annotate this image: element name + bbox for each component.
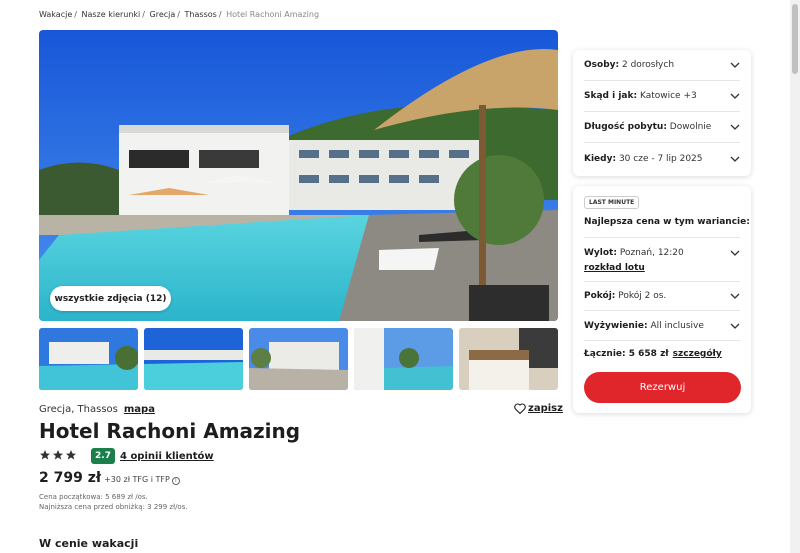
board-selector[interactable]: Wyżywienie: All inclusive (584, 311, 740, 341)
rating-badge: 2.7 (91, 448, 115, 464)
price-extra-fees: +30 zł TFG i TFP (104, 475, 170, 484)
chevron-down-icon (730, 293, 740, 299)
last-minute-badge: LAST MINUTE (584, 196, 640, 209)
hotel-stars (39, 449, 77, 461)
hotel-pool-photo (39, 30, 558, 321)
map-link[interactable]: mapa (124, 404, 155, 415)
initial-price-note: Cena początkowa: 5 689 zł /os. (39, 493, 148, 501)
heart-icon (514, 403, 526, 414)
total-price-value: Łącznie: 5 658 zł (584, 349, 669, 359)
thumbnail-5[interactable] (459, 328, 558, 390)
breadcrumb-item-kierunki[interactable]: Nasze kierunki (82, 10, 141, 19)
price-value: 2 799 zł (39, 470, 102, 486)
save-button[interactable]: zapisz (514, 403, 563, 414)
chevron-down-icon (730, 62, 740, 68)
breadcrumb-item-grecja[interactable]: Grecja (150, 10, 176, 19)
total-price: Łącznie: 5 658 zł szczegóły (584, 349, 722, 359)
thumbnail-3[interactable] (249, 328, 348, 390)
scrollbar-thumb[interactable] (792, 4, 798, 74)
room-selector[interactable]: Pokój: Pokój 2 os. (584, 281, 740, 311)
thumbnail-4[interactable] (354, 328, 453, 390)
location-text: Grecja, Thassos (39, 404, 118, 415)
star-icon (40, 450, 50, 460)
thumbnail-2[interactable] (144, 328, 243, 390)
reserve-button[interactable]: Rezerwuj (584, 372, 741, 403)
star-icon (66, 450, 76, 460)
thumbnail-photo (354, 328, 453, 390)
chevron-down-icon (730, 156, 740, 162)
location-line: Grecja, Thassos mapa (39, 404, 155, 415)
offer-card: LAST MINUTE Najlepsza cena w tym warianc… (573, 186, 751, 413)
breadcrumb-item-wakacje[interactable]: Wakacje (39, 10, 72, 19)
thumbnail-photo (459, 328, 558, 390)
thumbnail-strip (39, 328, 558, 390)
page-scrollbar[interactable] (790, 0, 800, 553)
departure-selector[interactable]: Skąd i jak: Katowice +3 (584, 81, 740, 112)
chevron-down-icon (730, 93, 740, 99)
star-icon (53, 450, 63, 460)
thumbnail-photo (144, 328, 243, 390)
best-price-label: Najlepsza cena w tym wariancie: (584, 217, 750, 227)
duration-selector[interactable]: Długość pobytu: Dowolnie (584, 112, 740, 143)
chevron-down-icon (730, 323, 740, 329)
info-icon[interactable]: i (171, 477, 180, 485)
save-label: zapisz (528, 403, 563, 414)
breadcrumb: Wakacje / Nasze kierunki / Grecja / Thassos… (39, 10, 320, 19)
price-row: 2 799 zł +30 zł TFG i TFP i (39, 470, 180, 486)
hotel-name: Hotel Rachoni Amazing (39, 419, 301, 443)
opinions-link[interactable]: 4 opinii klientów (120, 451, 214, 462)
thumbnail-photo (249, 328, 348, 390)
chevron-down-icon (730, 124, 740, 130)
dates-selector[interactable]: Kiedy: 30 cze - 7 lip 2025 (584, 143, 740, 174)
all-photos-button[interactable]: wszystkie zdjęcia (12) (50, 286, 171, 311)
breadcrumb-item-thassos[interactable]: Thassos (185, 10, 217, 19)
lowest-price-note: Najniższa cena przed obniżką: 3 299 zł/o… (39, 503, 188, 511)
thumbnail-photo (39, 328, 138, 390)
details-link[interactable]: szczegóły (673, 349, 722, 359)
flight-schedule-link[interactable]: rozkład lotu (584, 263, 645, 273)
hero-photo[interactable] (39, 30, 558, 321)
search-parameters-card: Osoby: 2 dorosłych Skąd i jak: Katowice … (573, 50, 751, 176)
persons-selector[interactable]: Osoby: 2 dorosłych (584, 50, 740, 81)
chevron-down-icon (730, 250, 740, 256)
breadcrumb-current: Hotel Rachoni Amazing (226, 10, 320, 19)
thumbnail-1[interactable] (39, 328, 138, 390)
section-title: W cenie wakacji (39, 537, 139, 550)
